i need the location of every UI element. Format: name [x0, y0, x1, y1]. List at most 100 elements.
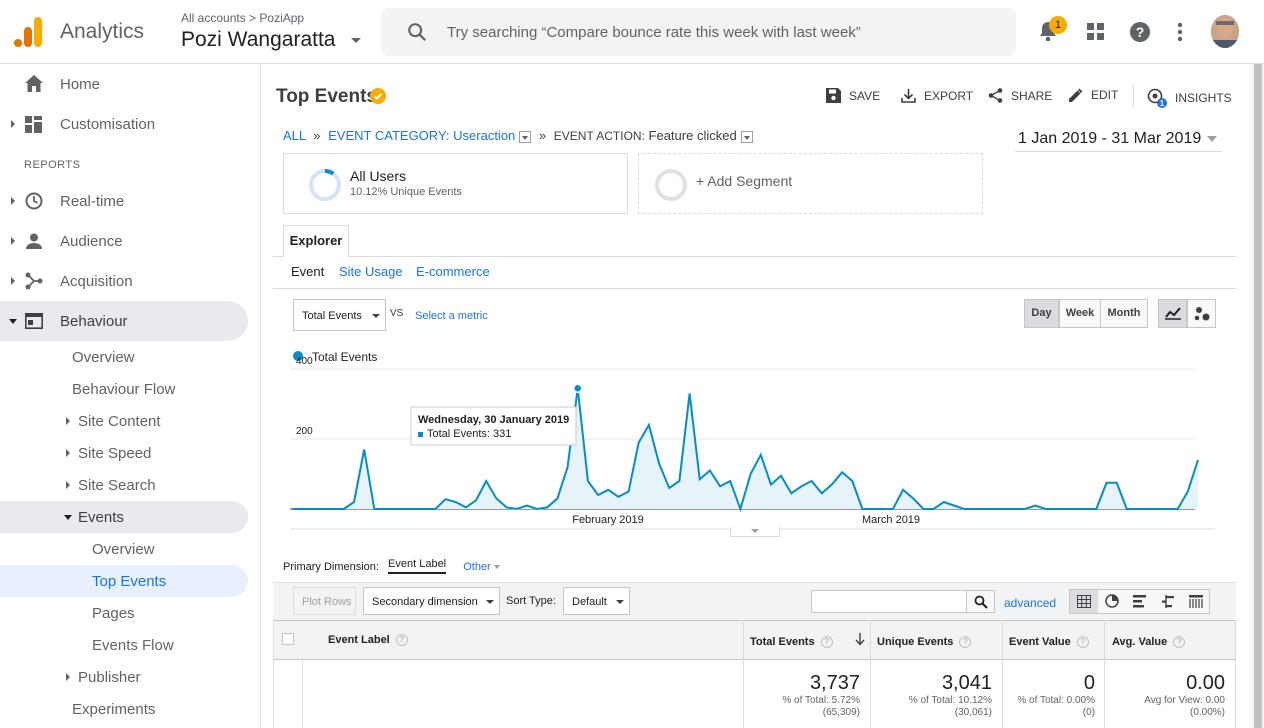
col-unique-events[interactable]: Unique Events? — [877, 636, 972, 649]
bubble-chart-icon — [1194, 307, 1209, 321]
help-icon[interactable]: ? — [1076, 636, 1089, 649]
help-icon[interactable]: ? — [395, 634, 408, 647]
chevron-down-icon — [1207, 136, 1217, 142]
month-button[interactable]: Month — [1100, 299, 1148, 328]
plot-rows-button[interactable]: Plot Rows — [293, 587, 356, 615]
col-event-label[interactable]: Event Label? — [328, 634, 408, 647]
performance-view-button[interactable] — [1126, 590, 1154, 613]
sidebar-item-site-speed[interactable]: Site Speed — [78, 445, 151, 462]
analytics-logo-icon[interactable] — [14, 17, 42, 47]
comparison-view-button[interactable] — [1154, 590, 1182, 613]
breadcrumb-all[interactable]: ALL — [283, 128, 306, 143]
help-icon[interactable]: ? — [959, 636, 972, 649]
select-all-checkbox[interactable] — [282, 633, 294, 645]
subtab-ecommerce[interactable]: E-commerce — [416, 264, 490, 279]
sidebar-item-behaviour-overview[interactable]: Overview — [72, 349, 135, 366]
breadcrumb-event-category-value[interactable]: Useraction — [453, 128, 515, 143]
user-avatar[interactable] — [1211, 15, 1239, 48]
search-input[interactable] — [447, 21, 987, 43]
col-total-events[interactable]: Total Events? — [750, 636, 833, 649]
save-icon — [826, 88, 841, 103]
sidebar-item-realtime[interactable]: Real-time — [0, 181, 248, 221]
line-chart-button[interactable] — [1158, 299, 1187, 328]
sidebar-item-experiments[interactable]: Experiments — [72, 701, 155, 718]
tab-divider — [273, 256, 1236, 257]
x-tick-label: February 2019 — [572, 514, 644, 526]
sort-desc-icon[interactable] — [855, 633, 865, 646]
help-icon[interactable]: ? — [820, 636, 833, 649]
sidebar-item-pages[interactable]: Pages — [92, 605, 135, 622]
home-icon — [25, 75, 43, 92]
pivot-view-button[interactable] — [1182, 590, 1210, 613]
subtab-site-usage[interactable]: Site Usage — [339, 264, 403, 279]
metric-select[interactable]: Total Events — [293, 299, 386, 331]
caret-right-icon — [66, 417, 70, 425]
sidebar-item-customisation[interactable]: Customisation — [0, 104, 248, 144]
help-icon[interactable]: ? — [1129, 21, 1151, 43]
breadcrumb-event-action-label: EVENT ACTION: — [553, 129, 645, 143]
dropdown-icon[interactable] — [519, 130, 532, 143]
sidebar-item-home[interactable]: Home — [0, 64, 248, 104]
advanced-link[interactable]: advanced — [1004, 596, 1056, 610]
chart-collapse-handle[interactable] — [730, 527, 780, 537]
segment-sub: 10.12% Unique Events — [350, 186, 462, 198]
property-selector[interactable]: Pozi Wangaratta — [181, 28, 335, 52]
dimension-other[interactable]: Other — [463, 561, 491, 573]
sort-type-select[interactable]: Default — [563, 587, 630, 615]
sidebar-item-site-content[interactable]: Site Content — [78, 413, 161, 430]
segment-donut-icon — [309, 169, 341, 201]
secondary-dimension-select[interactable]: Secondary dimension — [363, 587, 500, 615]
save-button[interactable]: SAVE — [826, 88, 880, 103]
table-view-button[interactable] — [1070, 590, 1098, 613]
table-search-button[interactable] — [966, 590, 995, 613]
share-button[interactable]: SHARE — [988, 88, 1052, 103]
sidebar-item-top-events[interactable]: Top Events — [0, 565, 248, 597]
account-breadcrumb[interactable]: All accounts > PoziApp — [181, 11, 304, 25]
col-divider — [1002, 620, 1003, 728]
breadcrumb-event-category-label[interactable]: EVENT CATEGORY: — [328, 128, 449, 143]
chevron-down-icon — [751, 529, 759, 533]
sidebar-item-events-overview[interactable]: Overview — [92, 541, 155, 558]
col-event-value[interactable]: Event Value? — [1009, 636, 1089, 649]
col-divider — [1104, 620, 1105, 728]
segment-all-users[interactable]: All Users 10.12% Unique Events — [283, 153, 628, 214]
tab-explorer[interactable]: Explorer — [283, 225, 349, 257]
sidebar-item-acquisition[interactable]: Acquisition — [0, 261, 248, 301]
sidebar-item-audience[interactable]: Audience — [0, 221, 248, 261]
subtab-event[interactable]: Event — [291, 264, 324, 279]
share-icon — [988, 88, 1003, 103]
dimension-event-label[interactable]: Event Label — [388, 558, 447, 574]
dropdown-icon[interactable] — [740, 130, 753, 143]
help-icon[interactable]: ? — [1173, 636, 1186, 649]
pie-view-button[interactable] — [1098, 590, 1126, 613]
add-segment-button[interactable]: + Add Segment — [638, 153, 983, 214]
search-bar[interactable] — [381, 8, 1016, 56]
total-events-total: 3,737 % of Total: 5.72% (65,309) — [782, 672, 860, 718]
breadcrumb-app[interactable]: PoziApp — [259, 11, 304, 25]
sidebar-item-publisher[interactable]: Publisher — [78, 669, 141, 686]
motion-chart-button[interactable] — [1187, 299, 1216, 328]
page-scrollbar-thumb[interactable] — [1254, 64, 1262, 728]
edit-button[interactable]: EDIT — [1069, 88, 1118, 102]
legend-label: Total Events — [312, 350, 377, 364]
caret-right-icon — [66, 449, 70, 457]
sidebar-item-site-search[interactable]: Site Search — [78, 477, 156, 494]
sidebar-item-events-flow[interactable]: Events Flow — [92, 637, 174, 654]
export-button[interactable]: EXPORT — [901, 88, 973, 103]
table-search-input[interactable] — [811, 590, 967, 613]
sidebar-item-behaviour-flow[interactable]: Behaviour Flow — [72, 381, 175, 398]
col-avg-value[interactable]: Avg. Value? — [1112, 636, 1186, 649]
select-metric-link[interactable]: Select a metric — [415, 310, 488, 322]
chevron-down-icon — [616, 600, 624, 604]
breadcrumb-all-accounts[interactable]: All accounts — [181, 11, 246, 25]
sidebar-item-behaviour[interactable]: Behaviour — [0, 301, 248, 341]
date-range-picker[interactable]: 1 Jan 2019 - 31 Mar 2019 — [1015, 128, 1222, 152]
week-button[interactable]: Week — [1059, 299, 1101, 328]
chevron-down-icon[interactable] — [351, 38, 361, 43]
more-vert-icon[interactable] — [1177, 22, 1183, 42]
apps-grid-icon[interactable] — [1087, 23, 1105, 41]
insights-button[interactable]: 1 INSIGHTS — [1147, 88, 1232, 108]
acquisition-icon — [25, 272, 43, 290]
sidebar-item-events[interactable]: Events — [0, 501, 248, 533]
day-button[interactable]: Day — [1024, 299, 1059, 328]
